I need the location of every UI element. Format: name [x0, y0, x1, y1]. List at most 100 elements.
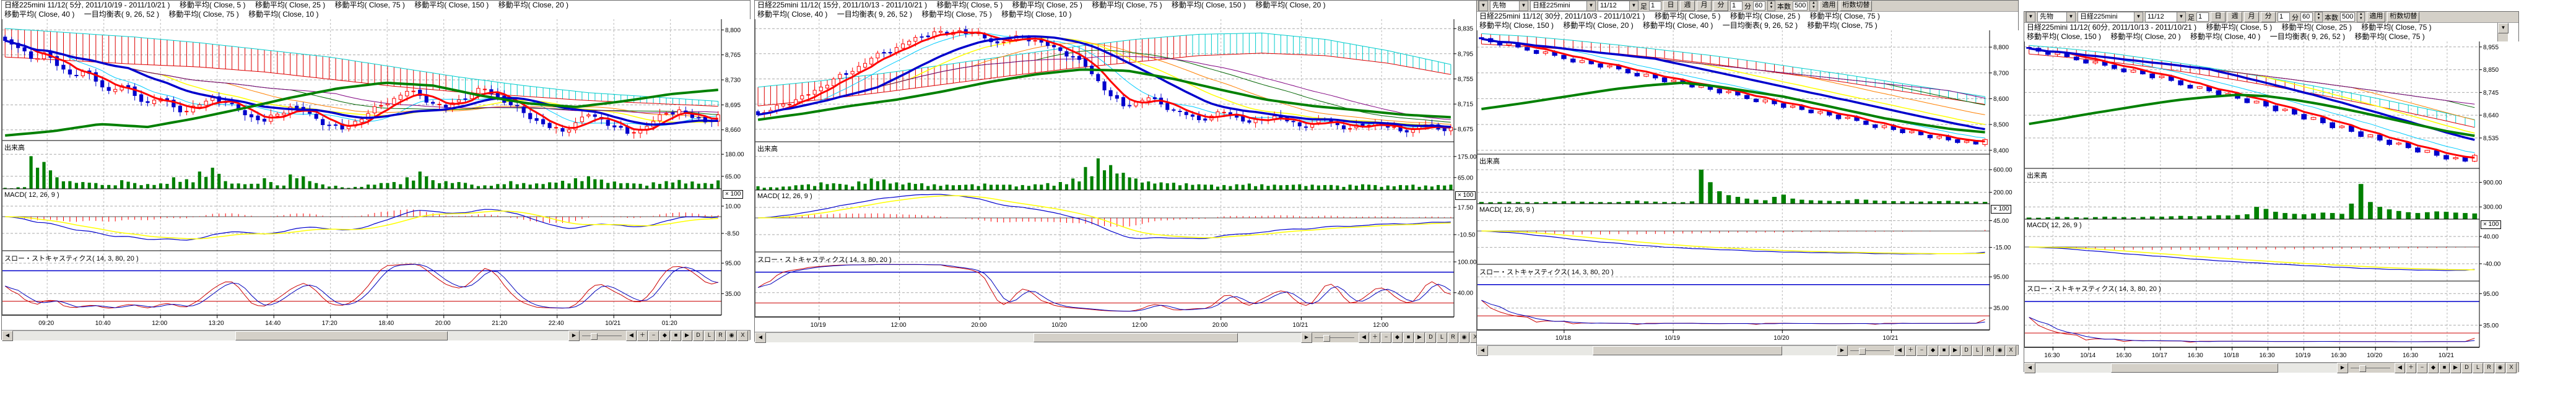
count-spinner[interactable]: ▲▼ [1809, 1, 1817, 11]
nav-button-▶[interactable]: ▶ [1950, 345, 1960, 356]
nav-button-◆[interactable]: ◆ [659, 331, 670, 341]
zoom-slider[interactable] [582, 331, 622, 340]
instrument-select[interactable]: 日経225mini▼ [1530, 1, 1596, 11]
period-button-1[interactable]: 週 [2227, 12, 2242, 22]
zoom-slider[interactable] [2351, 363, 2390, 373]
category-select[interactable]: 先物▼ [1490, 1, 1528, 11]
scroll-left-button[interactable]: ◀ [2, 331, 13, 341]
nav-button-◉[interactable]: ◉ [1459, 332, 1469, 343]
nav-button-◀[interactable]: ◀ [2395, 363, 2405, 373]
zoom-slider-knob[interactable] [1323, 335, 1330, 342]
scrollbar-thumb[interactable] [1033, 333, 1238, 342]
nav-button-D[interactable]: D [1961, 345, 1972, 356]
nav-button-◉[interactable]: ◉ [1995, 345, 2005, 356]
contract-select[interactable]: 11/12▼ [1598, 1, 1638, 11]
nav-button-▶[interactable]: ▶ [1414, 332, 1425, 343]
minute-step-field[interactable]: 60 [2300, 12, 2313, 22]
nav-button-X[interactable]: X [2506, 363, 2517, 373]
nav-button-D[interactable]: D [2461, 363, 2472, 373]
bar-type-field[interactable]: 1 [2196, 12, 2209, 22]
scroll-left-button[interactable]: ◀ [755, 332, 766, 343]
nav-button-R[interactable]: R [2484, 363, 2494, 373]
count-field[interactable]: 500 [2340, 12, 2355, 22]
nav-button-◉[interactable]: ◉ [726, 331, 737, 341]
category-select[interactable]: 先物▼ [2037, 12, 2076, 22]
nav-button-◀[interactable]: ◀ [626, 331, 637, 341]
nav-button-◉[interactable]: ◉ [2495, 363, 2505, 373]
minute-field[interactable]: 1 [2278, 12, 2290, 22]
digits-toggle-button[interactable]: 桁数切替 [2387, 12, 2419, 22]
digits-toggle-button[interactable]: 桁数切替 [1840, 1, 1872, 11]
scrollbar-track[interactable] [2035, 363, 2337, 373]
scroll-down-button[interactable]: ▼ [2498, 23, 2509, 33]
nav-button-▶[interactable]: ▶ [682, 331, 692, 341]
nav-button-−[interactable]: − [1917, 345, 1927, 356]
count-spinner[interactable]: ▲▼ [2357, 12, 2365, 22]
nav-button-L[interactable]: L [1437, 332, 1447, 343]
minute-spinner[interactable]: ▲▼ [2315, 12, 2323, 22]
nav-button-−[interactable]: − [648, 331, 659, 341]
period-button-2[interactable]: 月 [1697, 1, 1712, 11]
minute-step-field[interactable]: 60 [1753, 1, 1765, 11]
period-button-2[interactable]: 月 [2244, 12, 2259, 22]
scroll-right-button[interactable]: ▶ [2337, 363, 2348, 373]
zoom-slider-knob[interactable] [2359, 365, 2366, 372]
zoom-slider-knob[interactable] [1859, 348, 1866, 355]
period-button-1[interactable]: 週 [1680, 1, 1695, 11]
zoom-slider-knob[interactable] [591, 333, 598, 340]
nav-button-■[interactable]: ■ [2439, 363, 2450, 373]
period-button-0[interactable]: 日 [1663, 1, 1678, 11]
nav-button-＋[interactable]: ＋ [1905, 345, 1916, 356]
nav-button-L[interactable]: L [1972, 345, 1983, 356]
apply-button[interactable]: 適用 [2367, 12, 2385, 22]
nav-button-X[interactable]: X [2006, 345, 2016, 356]
minute-spinner[interactable]: ▲▼ [1767, 1, 1775, 11]
scroll-left-button[interactable]: ◀ [2024, 363, 2035, 373]
nav-button-−[interactable]: − [1381, 332, 1391, 343]
nav-button-R[interactable]: R [1448, 332, 1458, 343]
instrument-select[interactable]: 日経225mini▼ [2078, 12, 2143, 22]
nav-button-R[interactable]: R [1983, 345, 1994, 356]
count-field[interactable]: 500 [1793, 1, 1808, 11]
vertical-scrollbar[interactable]: ▼ [2497, 23, 2508, 41]
minute-field[interactable]: 1 [1730, 1, 1743, 11]
scroll-right-button[interactable]: ▶ [568, 331, 580, 341]
period-button-3[interactable]: 分 [1713, 1, 1728, 11]
scroll-right-button[interactable]: ▶ [1837, 345, 1848, 356]
period-button-0[interactable]: 日 [2211, 12, 2226, 22]
scrollbar-thumb[interactable] [235, 331, 448, 340]
nav-button-X[interactable]: X [738, 331, 748, 341]
period-button-3[interactable]: 分 [2261, 12, 2276, 22]
zoom-slider[interactable] [1315, 333, 1354, 342]
scrollbar-track[interactable] [13, 331, 568, 340]
nav-button-◀[interactable]: ◀ [1359, 332, 1369, 343]
nav-button-＋[interactable]: ＋ [637, 331, 648, 341]
prev-combo-stub[interactable]: ▼ [2026, 12, 2035, 22]
nav-button-■[interactable]: ■ [1939, 345, 1949, 356]
nav-button-◆[interactable]: ◆ [2428, 363, 2439, 373]
scrollbar-thumb[interactable] [1593, 346, 1782, 355]
scroll-left-button[interactable]: ◀ [1477, 345, 1488, 356]
zoom-slider[interactable] [1850, 346, 1890, 355]
contract-select[interactable]: 11/12▼ [2145, 12, 2186, 22]
nav-button-＋[interactable]: ＋ [2406, 363, 2416, 373]
prev-combo-stub[interactable]: ▼ [1478, 1, 1488, 11]
nav-button-D[interactable]: D [1425, 332, 1436, 343]
scrollbar-track[interactable] [766, 332, 1301, 342]
nav-button-−[interactable]: − [2417, 363, 2427, 373]
nav-button-R[interactable]: R [715, 331, 726, 341]
nav-button-▶[interactable]: ▶ [2450, 363, 2461, 373]
scrollbar-track[interactable] [1488, 345, 1837, 355]
nav-button-＋[interactable]: ＋ [1370, 332, 1380, 343]
nav-button-■[interactable]: ■ [1403, 332, 1414, 343]
nav-button-◆[interactable]: ◆ [1928, 345, 1938, 356]
nav-button-◆[interactable]: ◆ [1392, 332, 1403, 343]
nav-button-■[interactable]: ■ [671, 331, 681, 341]
apply-button[interactable]: 適用 [1819, 1, 1838, 11]
scrollbar-thumb[interactable] [2111, 363, 2278, 373]
bar-type-field[interactable]: 1 [1649, 1, 1661, 11]
nav-button-◀[interactable]: ◀ [1894, 345, 1905, 356]
nav-button-L[interactable]: L [704, 331, 715, 341]
nav-button-L[interactable]: L [2473, 363, 2483, 373]
scroll-right-button[interactable]: ▶ [1301, 332, 1312, 343]
